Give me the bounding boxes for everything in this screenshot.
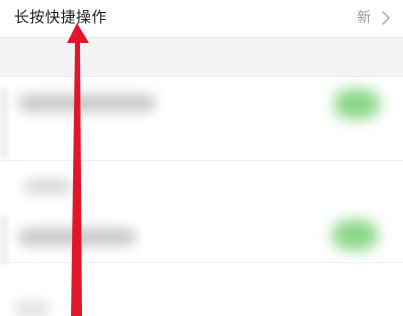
row-divider bbox=[0, 262, 403, 263]
blurred-left-strip bbox=[0, 215, 8, 265]
blurred-text bbox=[18, 94, 156, 112]
chevron-right-icon bbox=[382, 11, 390, 25]
blurred-text bbox=[18, 228, 136, 246]
blurred-left-strip bbox=[0, 88, 8, 158]
setting-title: 长按快捷操作 bbox=[14, 8, 108, 26]
row-divider bbox=[0, 160, 403, 161]
blurred-text bbox=[24, 179, 72, 194]
blurred-toggle[interactable] bbox=[334, 89, 380, 119]
blurred-toggle[interactable] bbox=[332, 220, 378, 250]
section-gap bbox=[0, 38, 403, 77]
long-press-shortcut-row[interactable]: 长按快捷操作 新 bbox=[0, 0, 403, 38]
screenshot-page: 长按快捷操作 新 bbox=[0, 0, 403, 316]
setting-value: 新 bbox=[357, 10, 371, 26]
blurred-text bbox=[14, 302, 50, 316]
